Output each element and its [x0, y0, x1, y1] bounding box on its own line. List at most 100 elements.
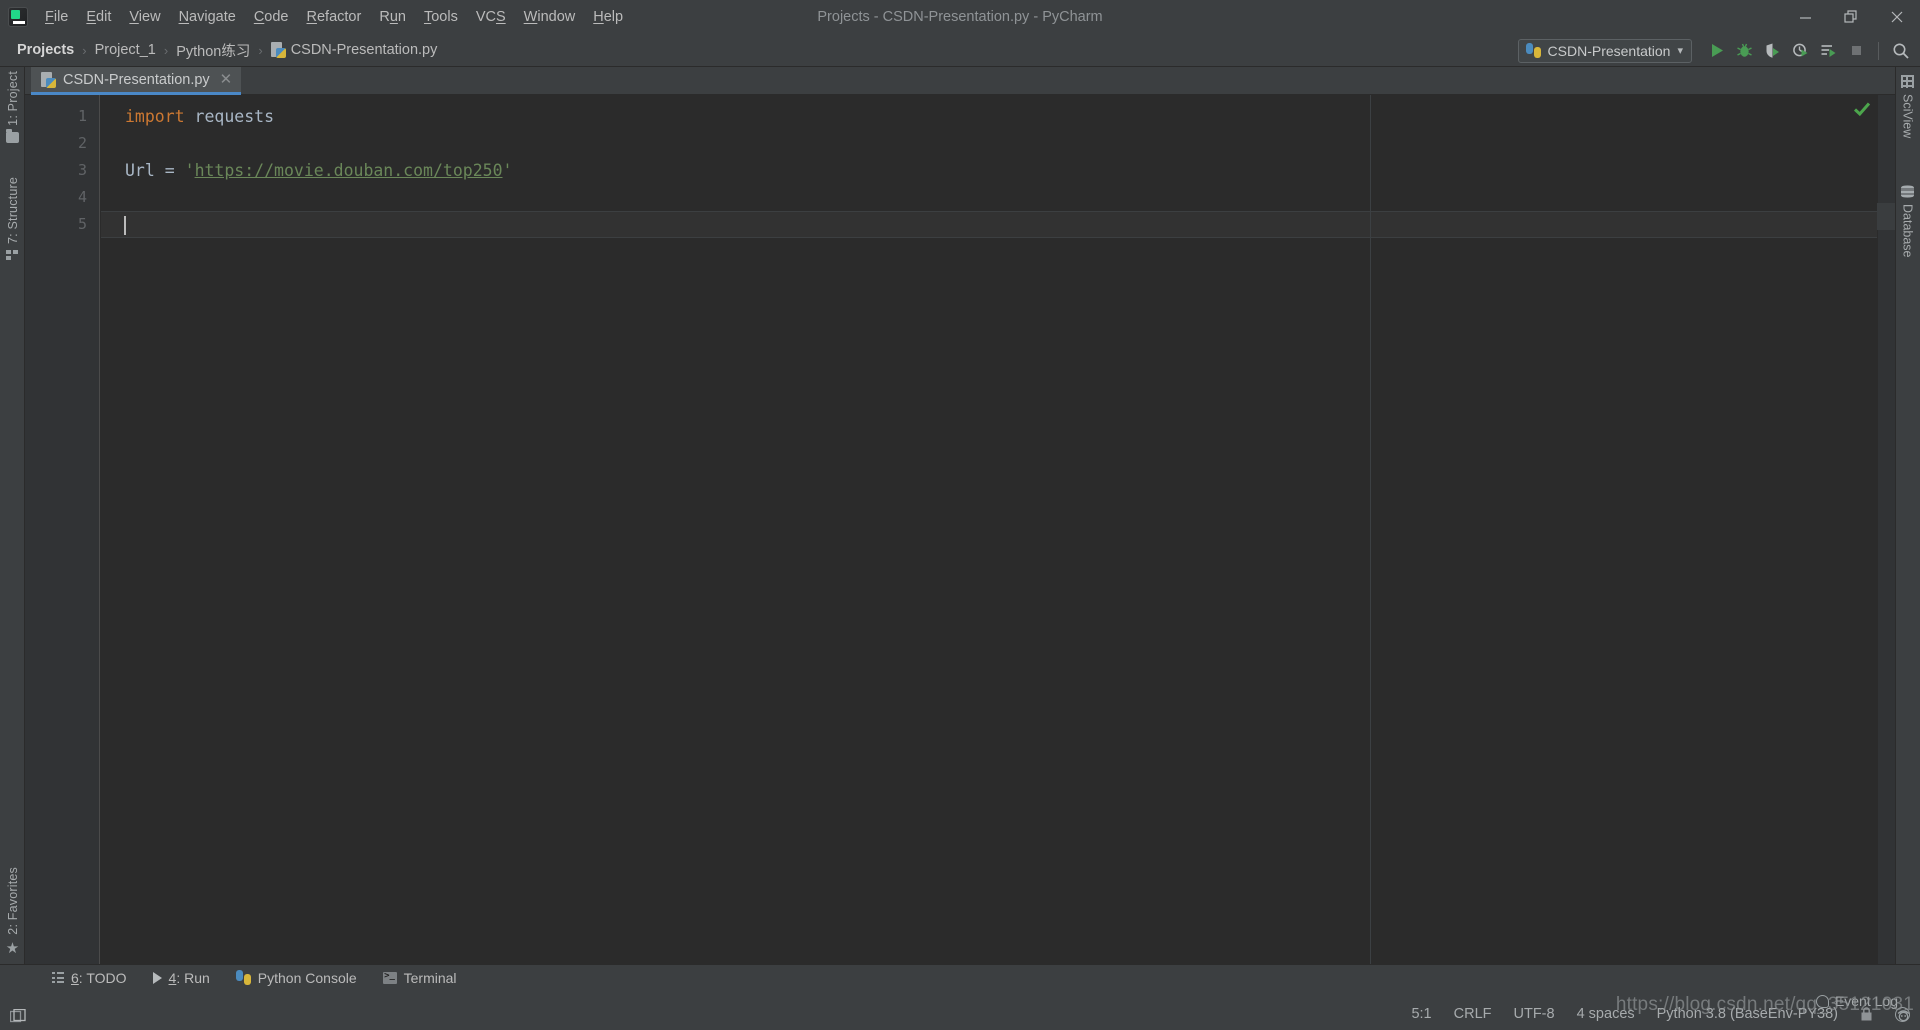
editor-area: CSDN-Presentation.py ✕ 1 2 3 4 5 import requ… [25, 67, 1895, 964]
run-output-button[interactable] [1815, 37, 1842, 64]
python-icon [235, 970, 251, 985]
pycharm-window: File Edit View Navigate Code Refactor Run Tools… [0, 0, 1920, 1030]
breadcrumb-item-label: Project_1 [94, 42, 156, 58]
right-margin-guide [1370, 95, 1371, 964]
breadcrumb: Projects › Project_1 › Python练习 › CSDN-Present… [12, 38, 442, 63]
sidebar-item-project[interactable]: 1: Project [0, 71, 25, 143]
editor-tab-label: CSDN-Presentation.py [63, 71, 210, 88]
indent-setting[interactable]: 4 spaces [1577, 1006, 1635, 1022]
play-icon [152, 971, 162, 984]
stop-button[interactable] [1843, 37, 1870, 64]
line-separator[interactable]: CRLF [1454, 1006, 1492, 1022]
menu-item-refactor[interactable]: Refactor [298, 0, 371, 34]
code-content[interactable]: import requests Url = 'https://movie.doub… [101, 95, 1895, 964]
toggle-tool-windows-icon[interactable] [9, 1008, 26, 1023]
todo-list-icon [52, 972, 64, 983]
run-button[interactable] [1703, 37, 1730, 64]
bottom-tool-label: Python Console [257, 969, 357, 986]
python-file-icon [41, 71, 56, 88]
python-file-icon [270, 42, 286, 58]
profile-button[interactable] [1787, 37, 1814, 64]
grid-icon [1901, 75, 1914, 88]
sidebar-item-favorites[interactable]: 2: Favorites ★ [0, 867, 25, 956]
bottom-tool-label: Terminal [403, 969, 457, 986]
code-token-var: Url [125, 161, 165, 180]
right-tool-stripe: SciView Database [1895, 67, 1920, 964]
code-token-var: requests [184, 107, 275, 126]
sidebar-item-database-label: Database [1900, 204, 1915, 258]
main-menu: File Edit View Navigate Code Refactor Run Tools… [36, 0, 632, 34]
code-editor[interactable]: 1 2 3 4 5 import requests Url = 'https://movi… [25, 95, 1895, 964]
menu-item-view[interactable]: View [120, 0, 169, 34]
minimize-button[interactable] [1782, 0, 1828, 34]
sidebar-item-sciview-label: SciView [1900, 94, 1915, 139]
menu-item-tools[interactable]: Tools [415, 0, 467, 34]
breadcrumb-separator: › [82, 42, 87, 58]
green-check-icon [1853, 100, 1871, 123]
left-tool-stripe: 1: Project 7: Structure 2: Favorites ★ [0, 67, 25, 964]
menu-item-vcs[interactable]: VCS [467, 0, 515, 34]
sidebar-item-database[interactable]: Database [1895, 185, 1920, 258]
editor-tab-bar: CSDN-Presentation.py ✕ [25, 67, 1895, 95]
restore-button[interactable] [1828, 0, 1874, 34]
close-button[interactable] [1874, 0, 1920, 34]
navigation-bar: Projects › Project_1 › Python练习 › CSDN-Present… [0, 34, 1920, 67]
breadcrumb-item-label: Projects [17, 42, 75, 58]
menu-item-run[interactable]: Run [370, 0, 415, 34]
debug-button[interactable] [1731, 37, 1758, 64]
code-token-kw: import [125, 107, 185, 126]
code-token-url[interactable]: https://movie.douban.com/top250 [195, 161, 503, 180]
menu-item-help[interactable]: Help [584, 0, 632, 34]
editor-gutter[interactable]: 1 2 3 4 5 [25, 95, 100, 964]
breadcrumb-separator: › [258, 42, 263, 58]
breadcrumb-item-2[interactable]: Python练习 [171, 38, 255, 63]
sidebar-item-structure[interactable]: 7: Structure [0, 177, 25, 261]
code-line[interactable]: Url = 'https://movie.douban.com/top250' [101, 157, 1895, 184]
code-token-str: ' [502, 161, 513, 180]
sidebar-item-favorites-label: 2: Favorites [5, 867, 20, 935]
code-line[interactable] [101, 211, 1895, 238]
toolbar-divider [1878, 41, 1879, 60]
status-bar: Event Log 5:1 CRLF UTF-8 4 spaces Python… [0, 990, 1920, 1030]
line-number: 4 [77, 188, 87, 206]
caret-position[interactable]: 5:1 [1411, 1006, 1431, 1022]
hector-icon[interactable] [1895, 1006, 1910, 1022]
coverage-button[interactable] [1759, 37, 1786, 64]
run-toolbar: CSDN-Presentation ▾ [1517, 34, 1914, 67]
file-encoding[interactable]: UTF-8 [1514, 1006, 1555, 1022]
folder-icon [6, 128, 19, 143]
run-configuration-selector[interactable]: CSDN-Presentation ▾ [1517, 38, 1692, 63]
menu-item-edit[interactable]: Edit [77, 0, 120, 34]
database-icon [1901, 185, 1914, 198]
menu-item-navigate[interactable]: Navigate [170, 0, 245, 34]
chevron-down-icon: ▾ [1677, 45, 1683, 57]
close-icon[interactable]: ✕ [219, 72, 234, 87]
search-everywhere-button[interactable] [1887, 37, 1914, 64]
bottom-tool-run[interactable]: 4: Run [143, 968, 220, 988]
current-line-marker [1877, 203, 1895, 230]
editor-tab-csdn-presentation[interactable]: CSDN-Presentation.py ✕ [31, 67, 242, 95]
breadcrumb-item-1[interactable]: Project_1 [90, 40, 161, 60]
editor-markup-scrollbar[interactable] [1877, 95, 1895, 964]
code-line[interactable] [101, 130, 1895, 157]
window-controls [1782, 0, 1920, 34]
code-line[interactable] [101, 184, 1895, 211]
status-bar-right: 5:1 CRLF UTF-8 4 spaces Python 3.8 (Base… [1411, 1006, 1910, 1022]
python-icon [1525, 43, 1541, 58]
breadcrumb-item-0[interactable]: Projects [12, 40, 79, 60]
menu-item-file[interactable]: File [36, 0, 77, 34]
breadcrumb-item-label: CSDN-Presentation.py [290, 42, 438, 58]
menu-item-code[interactable]: Code [245, 0, 298, 34]
bottom-tool-todo[interactable]: 6: TODO [42, 968, 137, 988]
menu-item-window[interactable]: Window [515, 0, 585, 34]
breadcrumb-item-3[interactable]: CSDN-Presentation.py [266, 40, 443, 60]
bottom-tool-terminal[interactable]: Terminal [373, 968, 467, 988]
sidebar-item-project-label: 1: Project [5, 71, 20, 126]
python-interpreter[interactable]: Python 3.8 (BaseEnv-PY38) [1657, 1006, 1838, 1022]
bottom-tool-python-console[interactable]: Python Console [226, 968, 367, 988]
pycharm-logo-icon [8, 7, 28, 27]
sidebar-item-sciview[interactable]: SciView [1895, 75, 1920, 138]
run-configuration-label: CSDN-Presentation [1547, 42, 1671, 59]
code-line[interactable]: import requests [101, 103, 1895, 130]
lock-icon[interactable] [1860, 1007, 1873, 1021]
